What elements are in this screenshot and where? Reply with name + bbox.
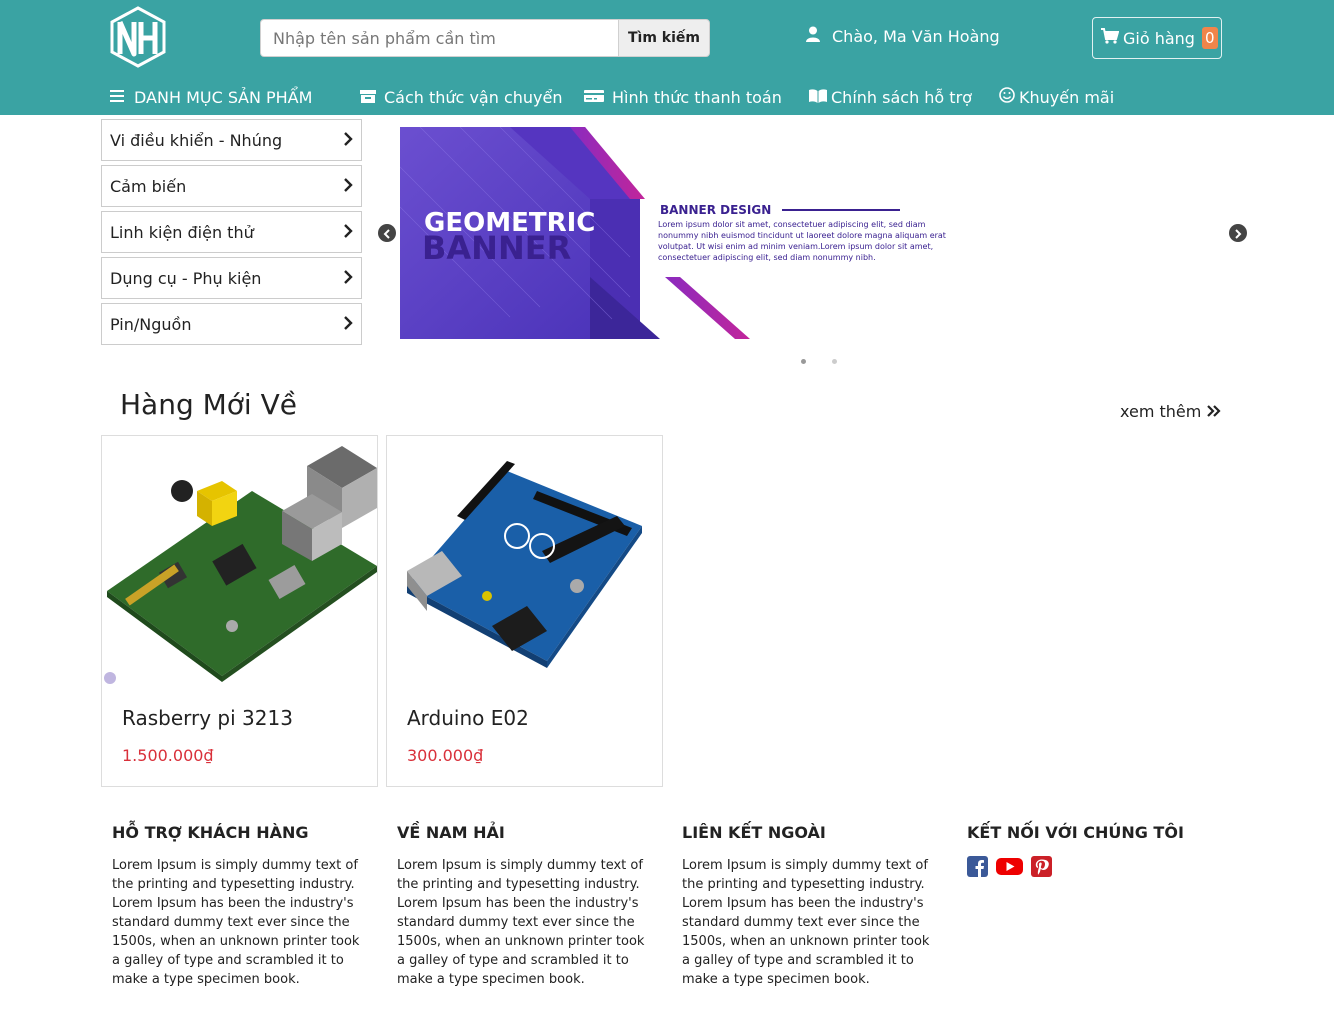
product-image[interactable]	[387, 436, 662, 691]
nav-support-label: Chính sách hỗ trợ	[831, 87, 972, 107]
user-greeting[interactable]: Chào, Ma Văn Hoàng	[806, 26, 1000, 46]
nav-support[interactable]: Chính sách hỗ trợ	[809, 86, 972, 108]
footer-text: Lorem Ipsum is simply dummy text of the …	[112, 858, 360, 987]
product-price: 300.000₫	[407, 746, 484, 765]
nav-categories-label: DANH MỤC SẢN PHẨM	[134, 87, 313, 107]
search-button[interactable]: Tìm kiếm	[618, 19, 710, 57]
nav-payment[interactable]: Hình thức thanh toán	[584, 86, 782, 108]
arrow-left-icon	[382, 224, 392, 243]
sidebar-item-label: Vi điều khiển - Nhúng	[110, 130, 283, 150]
search-form: Tìm kiếm	[260, 19, 710, 57]
credit-card-icon	[584, 88, 604, 107]
site-logo[interactable]	[110, 6, 166, 68]
banner-heading: BANNER DESIGN	[660, 203, 771, 217]
archive-icon	[360, 88, 376, 107]
greeting-text: Chào, Ma Văn Hoàng	[832, 26, 1000, 46]
carousel-next-button[interactable]	[1229, 224, 1247, 242]
nav-promo[interactable]: Khuyến mãi	[999, 86, 1114, 108]
sidebar-item-label: Pin/Nguồn	[110, 314, 192, 334]
youtube-icon[interactable]	[996, 856, 1023, 881]
carousel-prev-button[interactable]	[378, 224, 396, 242]
carousel-dot[interactable]	[801, 359, 806, 364]
nav-promo-label: Khuyến mãi	[1019, 87, 1115, 107]
product-name[interactable]: Rasberry pi 3213	[122, 706, 293, 730]
sidebar-item-dung-cu[interactable]: Dụng cụ - Phụ kiện	[101, 257, 362, 299]
footer-text: Lorem Ipsum is simply dummy text of the …	[397, 858, 645, 987]
nav-categories[interactable]: DANH MỤC SẢN PHẨM	[110, 86, 312, 108]
footer-heading: VỀ NAM HẢI	[397, 823, 505, 842]
search-input[interactable]	[260, 19, 618, 57]
banner-carousel: GEOMETRIC BANNER BANNER DESIGN Lorem ips…	[370, 119, 1268, 379]
footer-heading: HỖ TRỢ KHÁCH HÀNG	[112, 823, 309, 842]
carousel-indicators	[801, 359, 837, 364]
sidebar-item-vi-dieu-khien[interactable]: Vi điều khiển - Nhúng	[101, 119, 362, 161]
chevron-right-icon	[343, 315, 353, 334]
product-price: 1.500.000₫	[122, 746, 214, 765]
chevron-right-icon	[343, 223, 353, 242]
category-sidebar: Vi điều khiển - Nhúng Cảm biến Linh kiện…	[101, 119, 362, 349]
book-icon	[809, 88, 827, 107]
footer-column-about: VỀ NAM HẢI Lorem Ipsum is simply dummy t…	[397, 823, 653, 989]
footer-text: Lorem Ipsum is simply dummy text of the …	[682, 858, 930, 987]
product-card[interactable]: Arduino E02 300.000₫	[386, 435, 663, 787]
product-name[interactable]: Arduino E02	[407, 706, 529, 730]
footer-column-connect: KẾT NỐI VỚI CHÚNG TÔI	[967, 823, 1223, 881]
see-more-link[interactable]: xem thêm	[1120, 402, 1221, 421]
nav-shipping[interactable]: Cách thức vận chuyển	[360, 86, 562, 108]
carousel-dot[interactable]	[832, 359, 837, 364]
smile-icon	[999, 87, 1015, 107]
footer-heading: LIÊN KẾT NGOÀI	[682, 823, 826, 842]
chevron-right-icon	[343, 177, 353, 196]
social-links	[967, 856, 1223, 881]
chevron-right-icon	[343, 131, 353, 150]
cart-count-badge: 0	[1201, 27, 1218, 49]
nav-payment-label: Hình thức thanh toán	[612, 87, 782, 107]
header-bar: Tìm kiếm Chào, Ma Văn Hoàng Giỏ hàng 0 D…	[0, 0, 1334, 115]
banner-body: Lorem ipsum dolor sit amet, consectetuer…	[658, 220, 946, 262]
cart-button[interactable]: Giỏ hàng 0	[1092, 17, 1222, 59]
footer-column-links: LIÊN KẾT NGOÀI Lorem Ipsum is simply dum…	[682, 823, 938, 989]
pinterest-icon[interactable]	[1031, 856, 1052, 881]
product-card[interactable]: Rasberry pi 3213 1.500.000₫	[101, 435, 378, 787]
see-more-label: xem thêm	[1120, 402, 1202, 421]
user-icon	[806, 26, 820, 46]
sidebar-item-label: Cảm biến	[110, 176, 187, 196]
sidebar-item-pin-nguon[interactable]: Pin/Nguồn	[101, 303, 362, 345]
cart-icon	[1101, 28, 1120, 48]
sidebar-item-label: Dụng cụ - Phụ kiện	[110, 268, 262, 288]
cart-label: Giỏ hàng	[1123, 28, 1195, 48]
menu-icon	[110, 88, 126, 107]
footer-column-support: HỖ TRỢ KHÁCH HÀNG Lorem Ipsum is simply …	[112, 823, 368, 989]
double-chevron-right-icon	[1207, 402, 1221, 421]
footer-heading: KẾT NỐI VỚI CHÚNG TÔI	[967, 823, 1184, 842]
banner-image[interactable]: GEOMETRIC BANNER BANNER DESIGN Lorem ips…	[400, 127, 960, 339]
sidebar-item-linh-kien[interactable]: Linh kiện điện thử	[101, 211, 362, 253]
nav-shipping-label: Cách thức vận chuyển	[384, 87, 563, 107]
banner-title-2: BANNER	[422, 229, 571, 267]
sidebar-item-cam-bien[interactable]: Cảm biến	[101, 165, 362, 207]
section-title: Hàng Mới Về	[120, 388, 297, 421]
chevron-right-icon	[343, 269, 353, 288]
facebook-icon[interactable]	[967, 856, 988, 881]
sidebar-item-label: Linh kiện điện thử	[110, 222, 254, 242]
product-image[interactable]	[102, 436, 377, 691]
arrow-right-icon	[1233, 224, 1243, 243]
